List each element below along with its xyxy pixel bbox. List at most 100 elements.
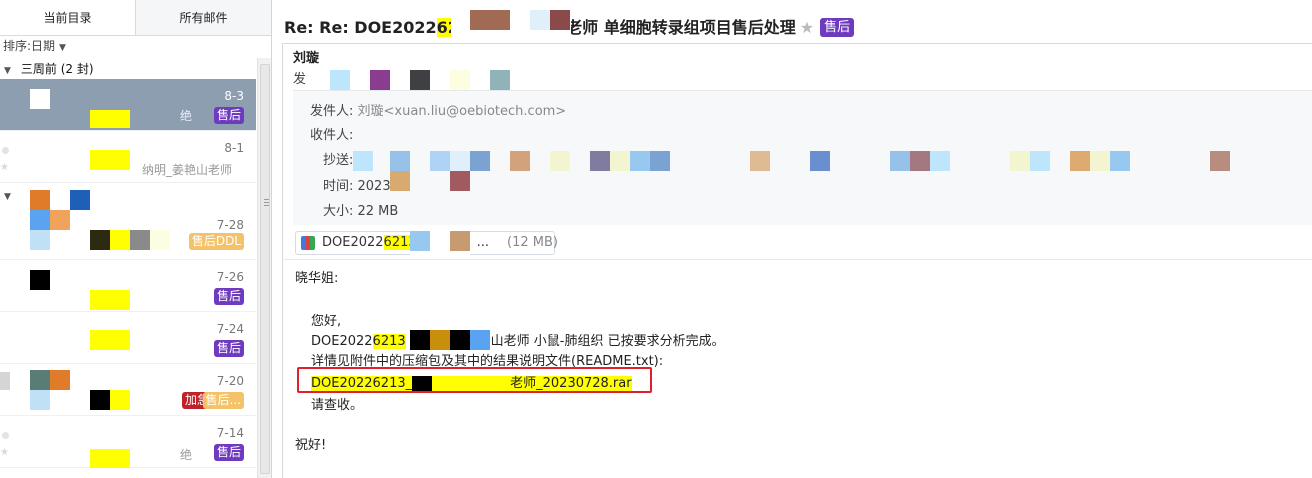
- redacted-block: [450, 231, 470, 251]
- line1-suffix: 山老师 小鼠-肺组织 已按要求分析完成。: [490, 334, 725, 349]
- redacted-block: [90, 390, 110, 410]
- status-badge: 售后: [213, 107, 244, 124]
- redacted-block: [550, 10, 570, 30]
- redacted-block: [750, 151, 770, 171]
- mail-date: 7-24: [216, 322, 244, 336]
- redacted-block: [1010, 151, 1030, 171]
- avatar: [0, 372, 10, 390]
- redacted-block: [810, 151, 830, 171]
- cc-label: 抄送:: [323, 153, 354, 168]
- redacted-block: [550, 151, 570, 171]
- redacted-block: [110, 390, 130, 410]
- size-label: 大小: 22 MB: [323, 204, 399, 219]
- scrollbar-thumb[interactable]: [260, 64, 270, 474]
- from-label: 发件人:: [310, 104, 354, 119]
- star-icon[interactable]: ★: [0, 447, 9, 458]
- redacted-block: [90, 330, 130, 350]
- redacted-block: [910, 151, 930, 171]
- mail-snippet: 绝: [179, 109, 192, 123]
- list-item[interactable]: ★ 8-1 纳明_姜艳山老师: [0, 131, 256, 183]
- list-item[interactable]: 8-3 绝 售后: [0, 79, 256, 131]
- callout-box: [297, 367, 652, 393]
- redacted-block: [630, 151, 650, 171]
- list-item[interactable]: 7-24 售后: [0, 312, 256, 364]
- redacted-block: [330, 70, 350, 90]
- redacted-block: [110, 230, 130, 250]
- subject-suffix: 老师 单细胞转录组项目售后处理: [566, 18, 796, 37]
- status-badge: 售后...: [202, 392, 244, 409]
- collapse-triangle-icon: ▼: [4, 192, 11, 202]
- redacted-block: [930, 151, 950, 171]
- redacted-block: [470, 151, 490, 171]
- sort-dropdown[interactable]: 排序:日期 ▼: [0, 36, 271, 56]
- redacted-block: [370, 70, 390, 90]
- list-item[interactable]: ★ 7-14 绝 售后: [0, 416, 256, 468]
- status-badge: 售后: [213, 340, 244, 357]
- list-item[interactable]: 7-28 售后DDL: [0, 190, 256, 260]
- redacted-block: [530, 10, 550, 30]
- body-hello: 您好,: [311, 314, 342, 329]
- tab-all-mail[interactable]: 所有邮件: [136, 0, 271, 35]
- redacted-block: [450, 151, 470, 171]
- redacted-block: [1090, 151, 1110, 171]
- avatar: [30, 190, 50, 210]
- mail-date: 7-28: [216, 218, 244, 232]
- body-greeting: 晓华姐:: [295, 271, 339, 286]
- list-item[interactable]: 7-20 加急 售后...: [0, 364, 256, 416]
- sort-label: 排序:日期: [3, 39, 56, 53]
- star-icon[interactable]: ★: [0, 162, 9, 173]
- redacted-block: [610, 151, 630, 171]
- redacted-block: [490, 70, 510, 90]
- avatar: [50, 210, 70, 230]
- from-value[interactable]: 刘璇<xuan.liu@oebiotech.com>: [358, 104, 567, 119]
- redacted-block: [390, 151, 410, 171]
- mail-date: 8-3: [224, 89, 244, 103]
- mail-snippet: 纳明_姜艳山老师: [141, 163, 232, 177]
- redacted-block: [90, 110, 130, 128]
- redacted-block: [1210, 151, 1230, 171]
- avatar: [30, 230, 50, 250]
- list-scrollbar[interactable]: [257, 58, 271, 478]
- folder-tabs: 当前目录 所有邮件: [0, 0, 271, 36]
- redacted-block: [90, 150, 130, 170]
- reading-pane: Re: Re: DOE2022 6213 老师 单细胞转录组项目售后处理★ 售后 刘璇…: [273, 0, 1312, 478]
- subject-prefix: Re: Re: DOE2022: [284, 18, 437, 37]
- redacted-block: [90, 290, 130, 310]
- status-badge: 售后: [213, 288, 244, 305]
- redacted-block: [410, 70, 430, 90]
- time-label: 时间: 2023: [323, 179, 391, 194]
- subject-tag[interactable]: 售后: [820, 18, 855, 37]
- redacted-block: [430, 330, 450, 350]
- redacted-block: [450, 171, 470, 191]
- tab-current-folder[interactable]: 当前目录: [0, 0, 136, 35]
- list-item[interactable]: 7-26 售后: [0, 260, 256, 312]
- redacted-block: [470, 10, 510, 30]
- line1-highlight: 6213: [372, 334, 406, 349]
- star-icon[interactable]: ★: [800, 18, 814, 37]
- mail-date: 8-1: [224, 141, 244, 155]
- attachment-name-suffix: ...: [476, 235, 490, 250]
- to-label: 收件人:: [310, 128, 354, 143]
- collapse-triangle-icon: ▼: [4, 66, 11, 76]
- redacted-block: [130, 230, 150, 250]
- header-details: 发件人: 刘璇<xuan.liu@oebiotech.com> 收件人: 抄送:…: [293, 90, 1312, 225]
- redacted-block: [890, 151, 910, 171]
- redacted-block: [353, 151, 373, 171]
- divider: [282, 259, 1312, 260]
- avatar: [30, 270, 50, 290]
- mail-snippet: 绝: [179, 448, 192, 462]
- redacted-block: [90, 449, 130, 468]
- redacted-block: [410, 231, 430, 251]
- group-header[interactable]: ▼ 三周前 (2 封): [0, 59, 256, 79]
- avatar: [50, 370, 70, 390]
- unread-dot-icon: [2, 147, 9, 154]
- unread-dot-icon: [2, 432, 9, 439]
- redacted-block: [1030, 151, 1050, 171]
- sender-name[interactable]: 刘璇: [293, 47, 319, 66]
- redacted-block: [510, 151, 530, 171]
- mail-date: 7-26: [216, 270, 244, 284]
- redacted-block: [450, 70, 470, 90]
- redacted-block: [450, 330, 470, 350]
- grip-icon: [264, 199, 269, 200]
- group-label: 三周前 (2 封): [20, 62, 94, 76]
